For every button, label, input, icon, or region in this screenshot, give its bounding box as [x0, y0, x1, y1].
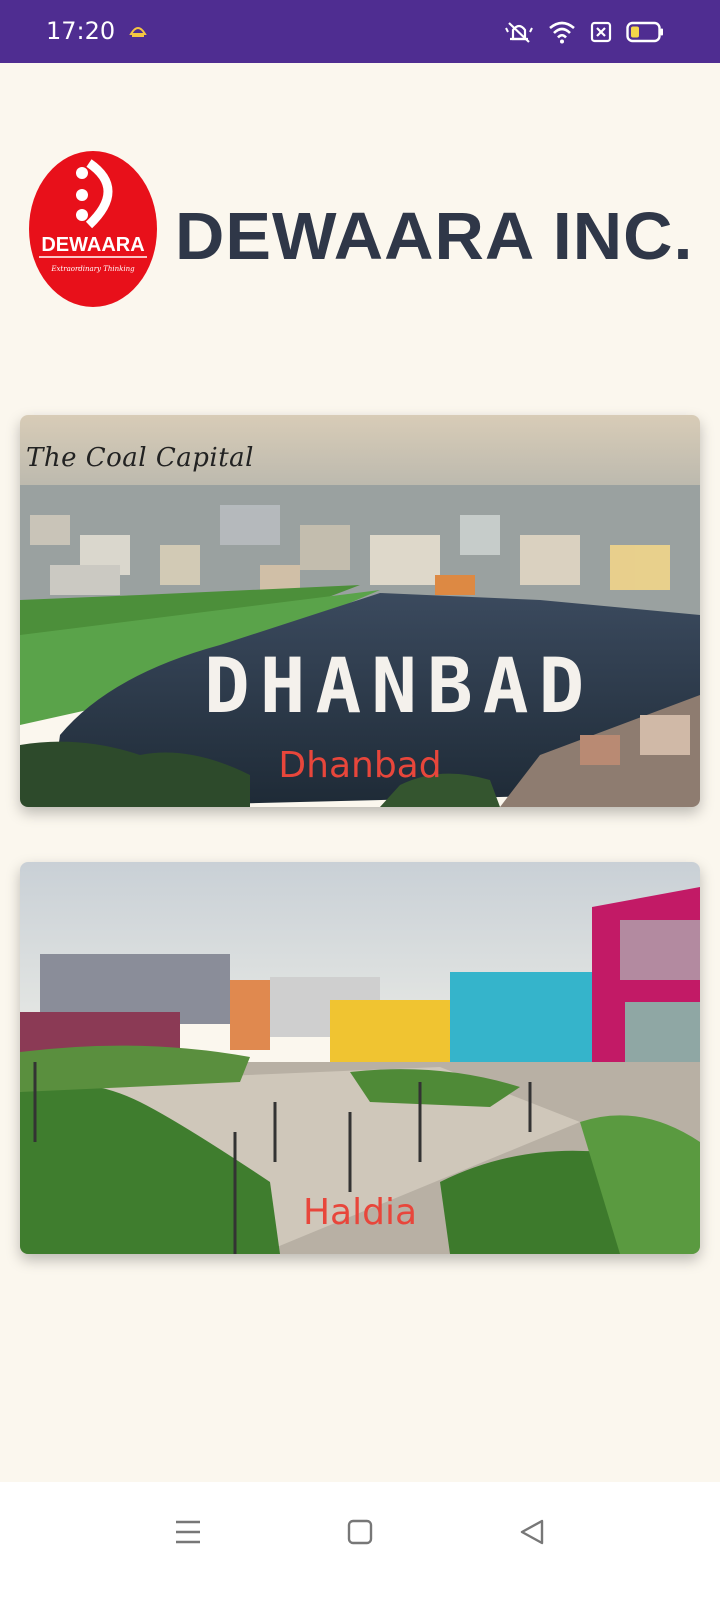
- brand-title: DEWAARA INC.: [175, 199, 694, 274]
- battery-icon: [626, 21, 664, 43]
- dhanbad-overlay-title: DHANBAD: [204, 641, 595, 730]
- mute-icon: [504, 19, 534, 45]
- status-bar: 17:20: [0, 0, 720, 63]
- status-icons: [504, 18, 664, 46]
- dhanbad-tagline: The Coal Capital: [26, 443, 254, 473]
- wifi-icon: [548, 20, 576, 44]
- home-icon[interactable]: [336, 1508, 384, 1556]
- logo-tagline: Extraordinary Thinking: [50, 265, 135, 273]
- city-card-dhanbad[interactable]: The Coal Capital DHANBAD Dhanbad: [20, 415, 700, 807]
- city-label-dhanbad: Dhanbad: [278, 745, 442, 786]
- logo-text: DEWAARA: [41, 234, 144, 256]
- city-label-haldia: Haldia: [302, 1192, 418, 1233]
- back-icon[interactable]: [508, 1508, 556, 1556]
- menu-icon[interactable]: [164, 1508, 212, 1556]
- status-time: 17:20: [46, 17, 116, 45]
- sim-off-icon: [590, 21, 612, 43]
- notification-icon: [128, 20, 148, 40]
- city-card-haldia[interactable]: Haldia: [20, 862, 700, 1254]
- navigation-bar: [0, 1482, 720, 1600]
- brand-logo: DEWAARA Extraordinary Thinking: [27, 149, 159, 309]
